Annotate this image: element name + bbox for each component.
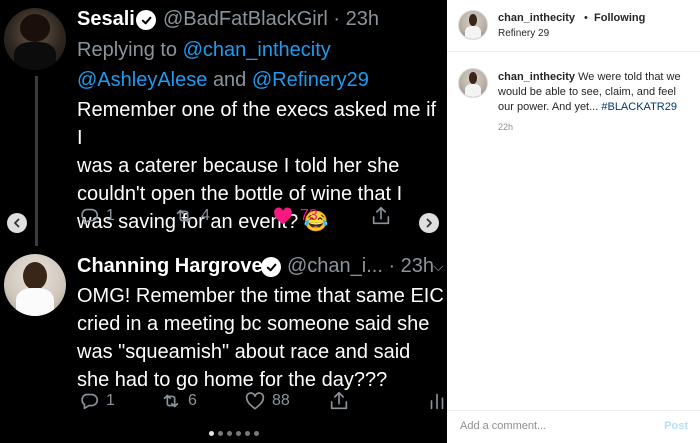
reply-icon bbox=[81, 393, 98, 410]
avatar-sesali[interactable] bbox=[4, 8, 66, 70]
carousel-dot[interactable] bbox=[218, 431, 223, 436]
retweet-count: 4 bbox=[201, 207, 210, 224]
separator-dot: • bbox=[584, 12, 588, 24]
tweet2-handle[interactable]: @chan_i... · 23h bbox=[287, 255, 434, 278]
retweet-button[interactable]: 4 bbox=[173, 205, 210, 227]
hashtag-link[interactable]: #BLACKATR29 bbox=[601, 101, 677, 113]
carousel-dot[interactable] bbox=[227, 431, 232, 436]
heart-icon bbox=[245, 392, 265, 410]
following-button[interactable]: Following bbox=[594, 12, 645, 24]
reply-icon bbox=[81, 208, 98, 225]
carousel-prev-button[interactable] bbox=[7, 213, 27, 233]
verified-badge-icon bbox=[261, 257, 281, 277]
share-button[interactable] bbox=[328, 390, 350, 412]
analytics-button[interactable] bbox=[426, 390, 447, 412]
tweet2-text-line: cried in a meeting bc someone said she bbox=[77, 313, 430, 335]
post-username[interactable]: chan_inthecity bbox=[498, 12, 575, 24]
retweet-button[interactable]: 6 bbox=[160, 390, 197, 412]
retweet-count: 6 bbox=[188, 392, 197, 409]
reply-button[interactable]: 1 bbox=[78, 390, 115, 412]
tweet2-author-name[interactable]: Channing Hargrove bbox=[77, 255, 263, 278]
verified-badge-icon bbox=[136, 10, 156, 30]
carousel-next-button[interactable] bbox=[419, 213, 439, 233]
carousel-dot[interactable] bbox=[245, 431, 250, 436]
post-timestamp: 22h bbox=[498, 122, 514, 132]
post-comment-button[interactable]: Post bbox=[664, 420, 688, 432]
reply-count: 1 bbox=[106, 207, 115, 224]
caption-text: would be able to see, claim, and feel bbox=[498, 86, 676, 98]
mention-link[interactable]: @chan_inthecity bbox=[183, 39, 331, 61]
like-button[interactable]: 73 bbox=[272, 205, 318, 227]
reply-count: 1 bbox=[106, 392, 115, 409]
post-location[interactable]: Refinery 29 bbox=[498, 28, 549, 39]
retweet-icon bbox=[163, 394, 179, 408]
caption-text: our power. And yet... bbox=[498, 101, 599, 113]
avatar[interactable] bbox=[458, 10, 488, 40]
mention-link[interactable]: @Refinery29 bbox=[252, 69, 369, 91]
replying-and: and bbox=[212, 69, 247, 91]
tweet2-text: OMG! Remember the time that same EIC cri… bbox=[77, 282, 444, 394]
caption-username[interactable]: chan_inthecity bbox=[498, 71, 575, 83]
carousel-dot[interactable] bbox=[209, 431, 214, 436]
carousel-dot[interactable] bbox=[236, 431, 241, 436]
tweet1-text-line: was a caterer because I told her she bbox=[77, 155, 400, 177]
post-caption: chan_inthecity We were told that we woul… bbox=[498, 70, 690, 115]
comment-bar: Add a comment... Post bbox=[447, 410, 700, 443]
analytics-icon bbox=[430, 393, 444, 410]
chevron-down-icon[interactable]: ⌵ bbox=[433, 258, 444, 275]
like-button[interactable]: 88 bbox=[244, 390, 290, 412]
tweet2-text-line: OMG! Remember the time that same EIC bbox=[77, 285, 444, 307]
chevron-left-icon bbox=[14, 218, 20, 228]
thread-line bbox=[35, 76, 38, 246]
tweet2-text-line: was "squeamish" about race and said bbox=[77, 341, 411, 363]
post-header: chan_inthecity • Following Refinery 29 bbox=[447, 0, 700, 52]
like-count: 88 bbox=[272, 392, 290, 409]
share-button[interactable] bbox=[370, 205, 392, 227]
replying-prefix: Replying to bbox=[77, 39, 178, 61]
carousel-dot[interactable] bbox=[254, 431, 259, 436]
caption-text: We were told that we bbox=[578, 71, 681, 83]
retweet-icon bbox=[176, 209, 192, 223]
tweet-screenshot: Sesali @BadFatBlackGirl · 23h Replying t… bbox=[0, 0, 447, 443]
tweet1-handle[interactable]: @BadFatBlackGirl · 23h bbox=[163, 8, 379, 31]
replying-to: Replying to @chan_inthecity @AshleyAlese… bbox=[77, 35, 369, 95]
avatar-channing[interactable] bbox=[4, 254, 66, 316]
reply-button[interactable]: 1 bbox=[78, 205, 115, 227]
tweet1-text-line: Remember one of the execs asked me if I bbox=[77, 99, 437, 149]
tweet1-author-name[interactable]: Sesali bbox=[77, 8, 135, 31]
share-icon bbox=[330, 391, 348, 410]
tweet1-text-line: couldn't open the bottle of wine that I bbox=[77, 183, 403, 205]
comment-input[interactable]: Add a comment... bbox=[460, 420, 546, 432]
instagram-panel: chan_inthecity • Following Refinery 29 c… bbox=[447, 0, 700, 443]
share-icon bbox=[372, 206, 390, 225]
carousel-indicator bbox=[209, 431, 259, 436]
caption-avatar[interactable] bbox=[458, 68, 488, 98]
like-count: 73 bbox=[300, 207, 318, 224]
heart-icon bbox=[274, 207, 292, 225]
mention-link[interactable]: @AshleyAlese bbox=[77, 69, 207, 91]
chevron-right-icon bbox=[426, 218, 432, 228]
